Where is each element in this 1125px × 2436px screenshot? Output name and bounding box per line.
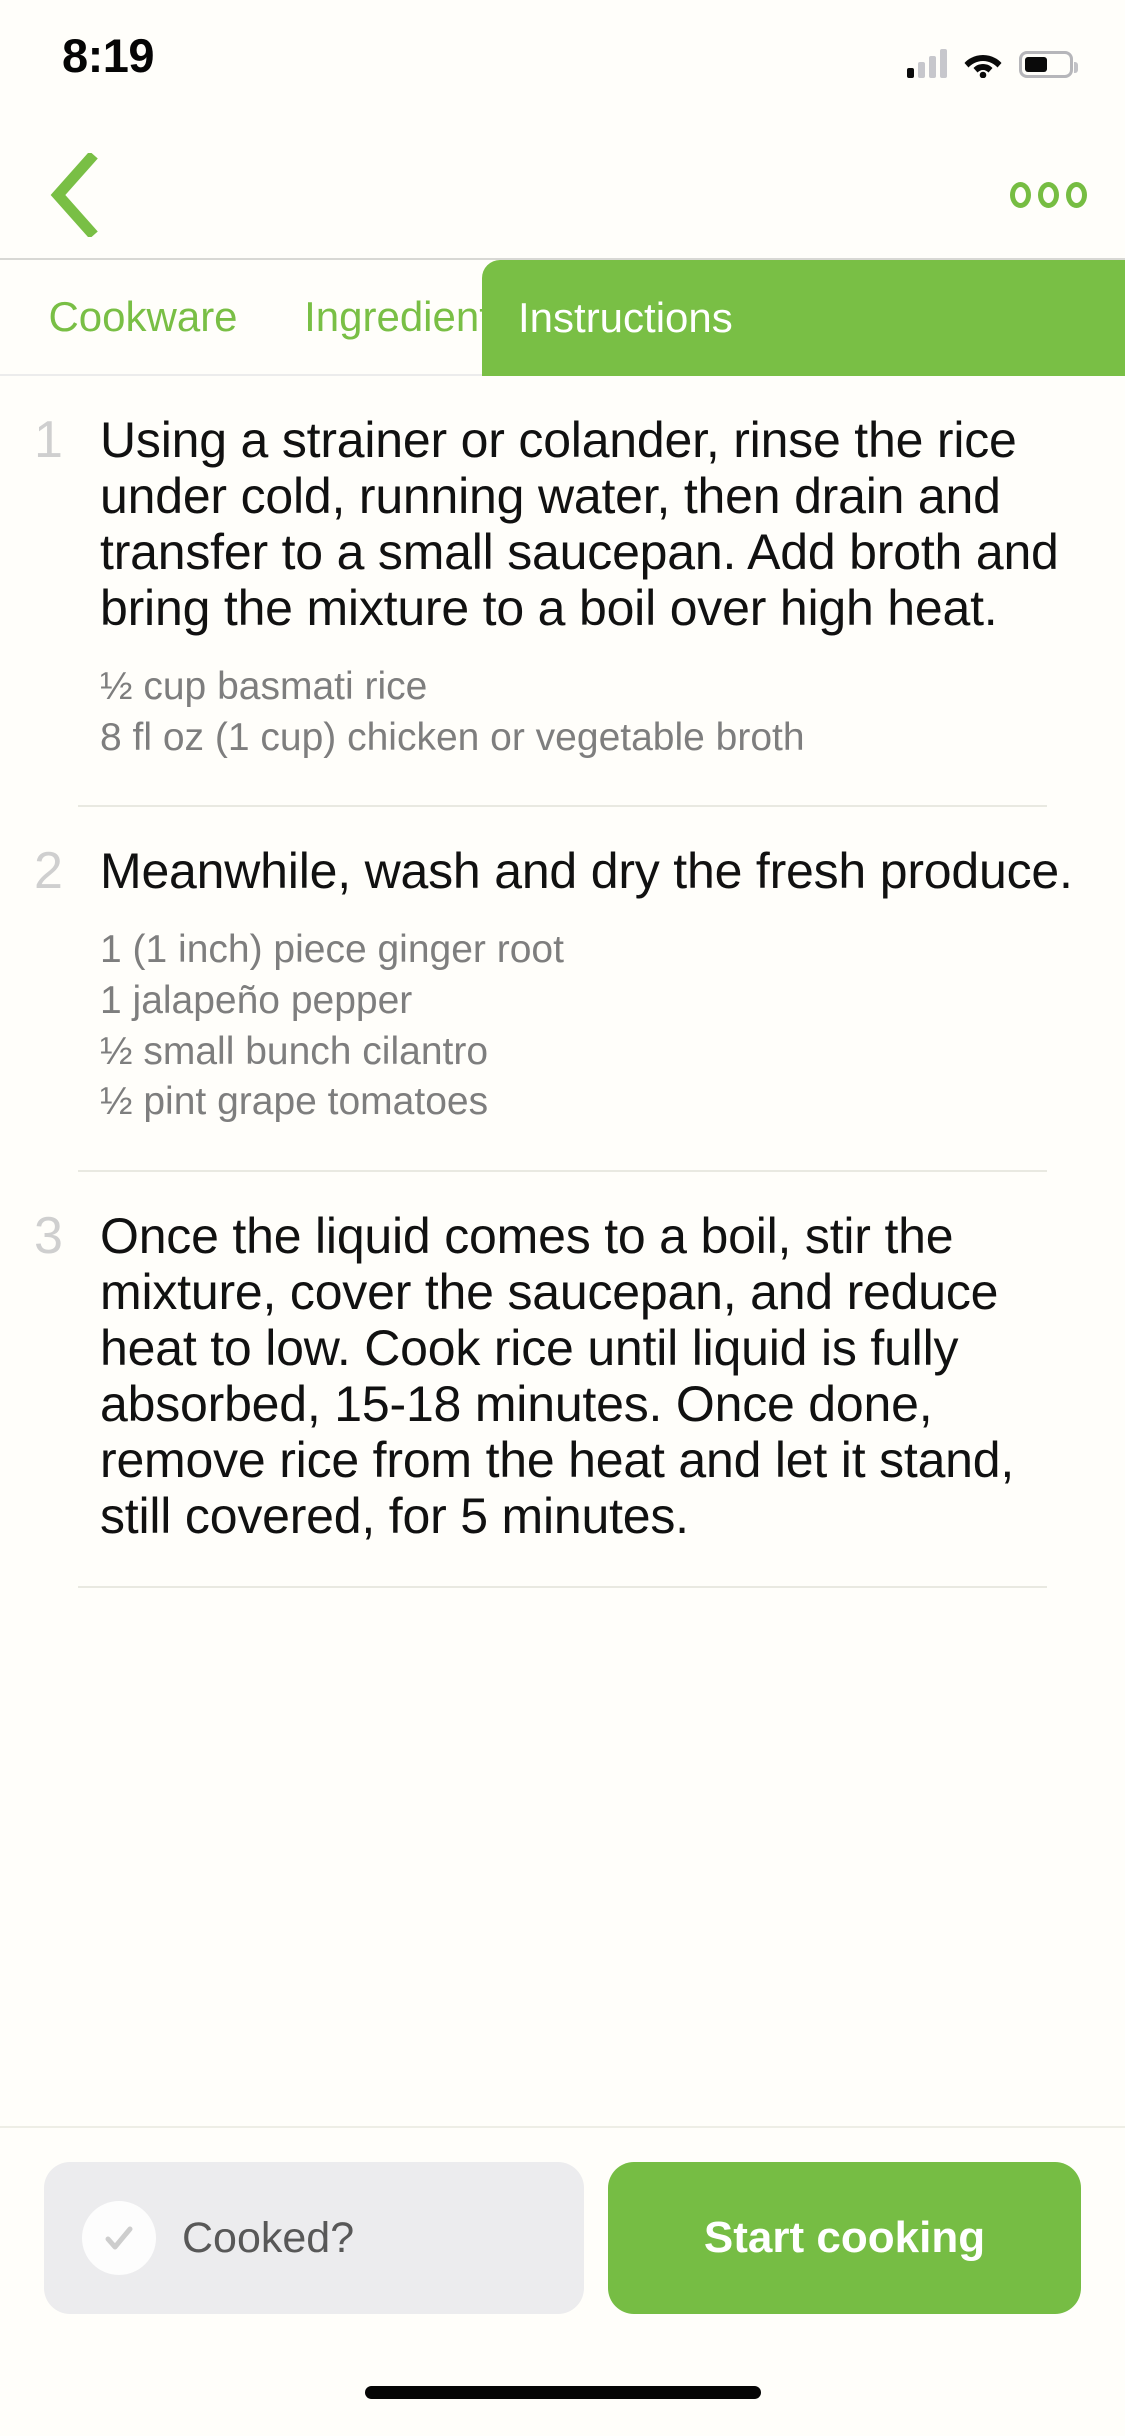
instruction-step: 1 Using a strainer or colander, rinse th… bbox=[0, 376, 1125, 763]
step-text: Once the liquid comes to a boil, stir th… bbox=[100, 1208, 1015, 1545]
step-text: Meanwhile, wash and dry the fresh produc… bbox=[100, 843, 1073, 900]
instructions-list[interactable]: 1 Using a strainer or colander, rinse th… bbox=[0, 376, 1125, 2126]
step-number: 3 bbox=[34, 1207, 63, 1266]
step-ingredient: ½ pint grape tomatoes bbox=[100, 1080, 489, 1124]
step-ingredient: ½ small bunch cilantro bbox=[100, 1029, 489, 1073]
tab-cookware[interactable]: Cookware bbox=[24, 260, 262, 374]
navigation-bar bbox=[0, 132, 1125, 260]
step-ingredient: 8 fl oz (1 cup) chicken or vegetable bro… bbox=[100, 715, 805, 759]
more-options-button[interactable] bbox=[967, 132, 1087, 258]
bottom-action-bar: Cooked? Start cooking bbox=[0, 2126, 1125, 2348]
more-options-icon bbox=[1038, 182, 1059, 208]
status-bar-indicators bbox=[907, 38, 1078, 78]
tab-instructions[interactable]: Instructions bbox=[482, 260, 1125, 376]
check-circle-icon bbox=[82, 2201, 156, 2275]
more-options-icon bbox=[1066, 182, 1087, 208]
step-body: Once the liquid comes to a boil, stir th… bbox=[100, 1208, 1091, 1544]
cooked-label: Cooked? bbox=[182, 2213, 355, 2262]
instruction-step: 2 Meanwhile, wash and dry the fresh prod… bbox=[0, 807, 1125, 1128]
tab-bar: Cookware Ingredients Instructions bbox=[0, 260, 1125, 376]
wifi-icon bbox=[963, 48, 1003, 78]
step-text: Using a strainer or colander, rinse the … bbox=[100, 412, 1059, 636]
step-body: Using a strainer or colander, rinse the … bbox=[100, 412, 1091, 763]
more-options-icon bbox=[1010, 182, 1031, 208]
step-ingredient-list: 1 (1 inch) piece ginger root 1 jalapeño … bbox=[100, 925, 1081, 1128]
app-screen: 8:19 Cookware Ingredients Instructions 1… bbox=[0, 0, 1125, 2436]
instruction-step: 3 Once the liquid comes to a boil, stir … bbox=[0, 1172, 1125, 1544]
cellular-signal-icon bbox=[907, 48, 947, 78]
step-body: Meanwhile, wash and dry the fresh produc… bbox=[100, 843, 1091, 1128]
status-bar: 8:19 bbox=[0, 0, 1125, 132]
step-divider bbox=[78, 1586, 1047, 1589]
home-indicator[interactable] bbox=[364, 2385, 761, 2399]
back-button[interactable] bbox=[20, 132, 130, 258]
step-ingredient-list: ½ cup basmati rice 8 fl oz (1 cup) chick… bbox=[100, 662, 1081, 763]
home-indicator-area bbox=[0, 2348, 1125, 2436]
start-cooking-button[interactable]: Start cooking bbox=[608, 2162, 1081, 2314]
step-ingredient: ½ cup basmati rice bbox=[100, 665, 428, 708]
step-number: 1 bbox=[34, 411, 63, 469]
status-bar-clock: 8:19 bbox=[62, 29, 155, 82]
battery-icon bbox=[1019, 51, 1078, 78]
step-number: 2 bbox=[34, 842, 63, 901]
cooked-toggle-button[interactable]: Cooked? bbox=[44, 2162, 584, 2314]
step-ingredient: 1 jalapeño pepper bbox=[100, 979, 413, 1023]
step-ingredient: 1 (1 inch) piece ginger root bbox=[100, 928, 564, 972]
chevron-left-icon bbox=[48, 153, 102, 237]
